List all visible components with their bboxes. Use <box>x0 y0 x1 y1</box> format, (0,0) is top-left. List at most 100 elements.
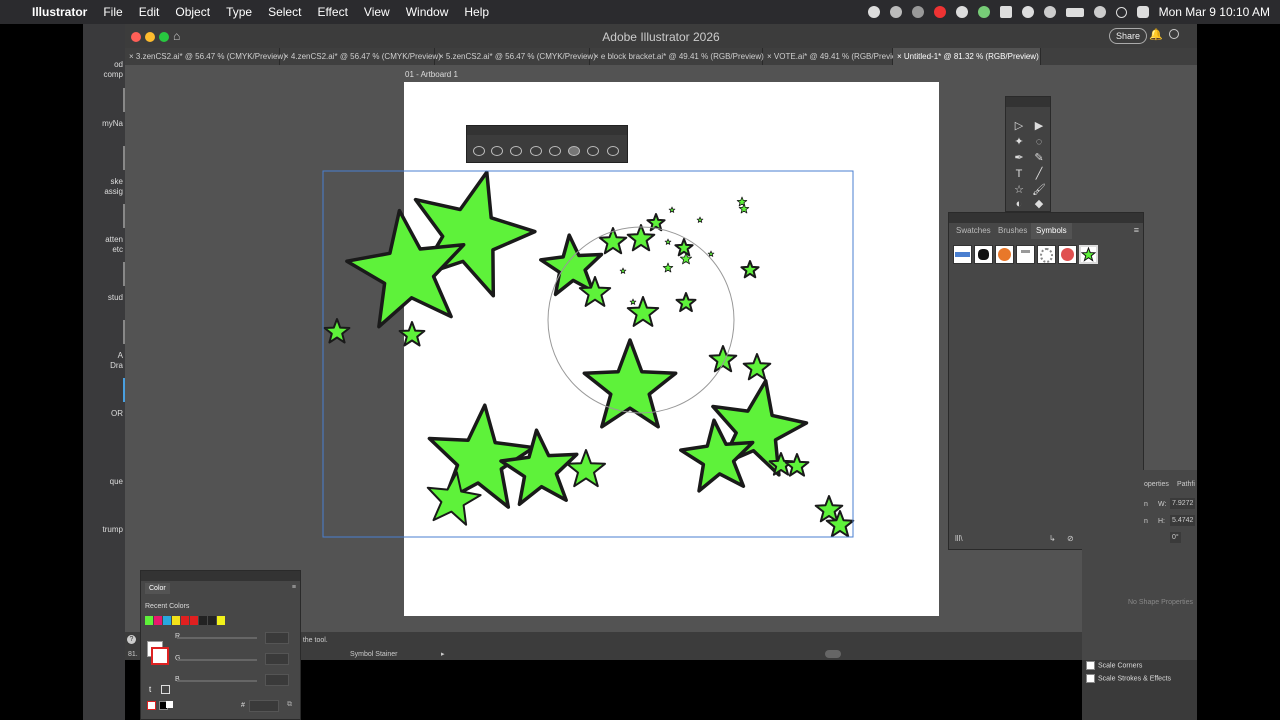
chevron-right-icon[interactable]: ▸ <box>441 650 445 658</box>
recent-color-chip[interactable] <box>217 616 225 625</box>
scale-corners-checkbox[interactable]: Scale Corners <box>1086 661 1142 670</box>
tab-swatches[interactable]: Swatches <box>951 223 996 239</box>
g-slider[interactable] <box>177 659 257 661</box>
symbol-swatch-selected[interactable] <box>1079 245 1098 264</box>
tab-pathfinder[interactable]: Pathfi <box>1177 481 1195 488</box>
star-symbol-instance[interactable] <box>619 267 627 274</box>
break-link-icon[interactable]: ⊘ <box>1067 534 1074 543</box>
panel-menu-icon[interactable]: ≡ <box>292 584 296 591</box>
selection-tool-icon[interactable]: ▷ <box>1012 119 1026 133</box>
h-input[interactable]: 5.4742 <box>1170 515 1196 526</box>
direct-selection-tool-icon[interactable]: ▶ <box>1032 119 1046 133</box>
symbol-swatch[interactable] <box>1058 245 1077 264</box>
help-icon[interactable]: ? <box>127 635 136 644</box>
recent-color-chip[interactable] <box>163 616 171 625</box>
star-symbol-instance[interactable] <box>742 353 772 381</box>
tab-symbols[interactable]: Symbols <box>1031 223 1072 239</box>
star-symbol-instance[interactable] <box>740 260 760 279</box>
symbol-sprayer-icon[interactable] <box>473 146 485 156</box>
symbol-spinner-icon[interactable] <box>549 146 561 156</box>
rotate-input[interactable]: 0° <box>1170 532 1181 543</box>
recent-color-chip[interactable] <box>190 616 198 625</box>
line-tool-icon[interactable]: ╱ <box>1032 167 1046 181</box>
star-symbol-instance[interactable] <box>629 298 637 305</box>
stroke-swatch[interactable] <box>151 647 169 665</box>
pen-tool-icon[interactable]: ✒ <box>1012 151 1026 165</box>
paintbrush-icon[interactable]: 🖌 <box>1032 183 1046 197</box>
symbol-sizer-icon[interactable] <box>530 146 542 156</box>
x-field-label: n <box>1144 501 1148 508</box>
panel-header[interactable] <box>949 213 1143 223</box>
scale-strokes-label: Scale Strokes & Effects <box>1098 675 1172 683</box>
recent-color-chip[interactable] <box>181 616 189 625</box>
symbol-swatch[interactable] <box>995 245 1014 264</box>
checkbox-icon[interactable] <box>1086 674 1095 683</box>
star-symbol-instance[interactable] <box>664 238 672 245</box>
panel-header[interactable] <box>467 126 627 135</box>
curvature-icon[interactable]: ✎ <box>1032 151 1046 165</box>
symbol-swatch[interactable] <box>974 245 993 264</box>
white-color-button[interactable] <box>166 701 173 708</box>
horizontal-scrollbar[interactable] <box>825 650 841 658</box>
r-slider[interactable] <box>177 637 257 639</box>
star-symbol-instance[interactable] <box>708 345 738 373</box>
panel-header[interactable] <box>141 571 300 581</box>
star-symbol-instance[interactable] <box>323 318 351 344</box>
symbol-screener-icon[interactable] <box>587 146 599 156</box>
star-symbol-instance[interactable] <box>707 250 715 257</box>
symbol-stainer-icon[interactable] <box>568 146 580 156</box>
symbol-library-icon[interactable]: lll\ <box>955 534 963 543</box>
tab-color[interactable]: Color <box>145 583 170 594</box>
w-input[interactable]: 7.9272 <box>1170 498 1196 509</box>
symbol-shifter-icon[interactable] <box>491 146 503 156</box>
current-tool-name[interactable]: Symbol Stainer <box>350 651 397 658</box>
b-slider[interactable] <box>177 680 257 682</box>
recent-color-chip[interactable] <box>208 616 216 625</box>
scale-strokes-checkbox[interactable]: Scale Strokes & Effects <box>1086 674 1171 683</box>
symbol-swatch[interactable] <box>1016 245 1035 264</box>
copy-hex-icon[interactable]: ⧉ <box>287 701 292 709</box>
star-symbol-instance[interactable] <box>499 428 579 507</box>
recent-color-chip[interactable] <box>172 616 180 625</box>
symbol-swatch[interactable] <box>1037 245 1056 264</box>
status-hint: e the tool. <box>297 637 328 644</box>
symbol-swatch[interactable] <box>953 245 972 264</box>
symbol-scruncher-icon[interactable] <box>510 146 522 156</box>
scale-corners-label: Scale Corners <box>1098 662 1143 670</box>
checkbox-icon[interactable] <box>1086 661 1095 670</box>
type-tool-icon[interactable]: T <box>1012 167 1026 181</box>
h-label: H: <box>1158 518 1165 525</box>
hex-input[interactable] <box>249 700 279 712</box>
star-symbol-instance[interactable] <box>668 206 676 213</box>
star-tool-icon[interactable]: ☆ <box>1012 183 1026 197</box>
star-symbol-instance[interactable] <box>675 292 697 313</box>
zoom-level[interactable]: 81. <box>128 651 138 658</box>
g-input[interactable] <box>265 653 289 665</box>
none-swatch[interactable] <box>161 685 170 694</box>
tab-brushes[interactable]: Brushes <box>993 223 1032 239</box>
symbol-styler-icon[interactable] <box>607 146 619 156</box>
recent-color-chip[interactable] <box>199 616 207 625</box>
star-symbol-instance[interactable] <box>398 321 426 347</box>
recent-color-chip[interactable] <box>154 616 162 625</box>
eraser-icon[interactable]: ◆ <box>1032 197 1046 211</box>
recent-colors-label: Recent Colors <box>145 603 190 610</box>
b-input[interactable] <box>265 674 289 686</box>
panel-menu-icon[interactable]: ≡ <box>1134 225 1139 235</box>
r-input[interactable] <box>265 632 289 644</box>
text-fill-icon[interactable]: t <box>149 685 151 694</box>
shaper-icon[interactable]: ◐ <box>1012 197 1026 211</box>
star-symbol-instance[interactable] <box>662 262 674 273</box>
star-symbol-instance[interactable] <box>696 216 704 223</box>
none-color-button[interactable] <box>147 701 156 710</box>
place-instance-icon[interactable]: ↳ <box>1049 534 1056 543</box>
lasso-icon[interactable]: ◌ <box>1032 135 1046 149</box>
star-symbol-instance[interactable] <box>582 338 678 429</box>
star-symbol-instance[interactable] <box>784 453 810 477</box>
recent-color-chip[interactable] <box>145 616 153 625</box>
tab-properties[interactable]: operties <box>1144 481 1169 488</box>
panel-header[interactable] <box>1006 97 1050 107</box>
star-symbol-instance[interactable] <box>736 196 748 207</box>
magic-wand-icon[interactable]: ✦ <box>1012 135 1026 149</box>
properties-panel: operties Pathfi n W: 7.9272 n H: 5.4742 … <box>1082 470 1197 660</box>
